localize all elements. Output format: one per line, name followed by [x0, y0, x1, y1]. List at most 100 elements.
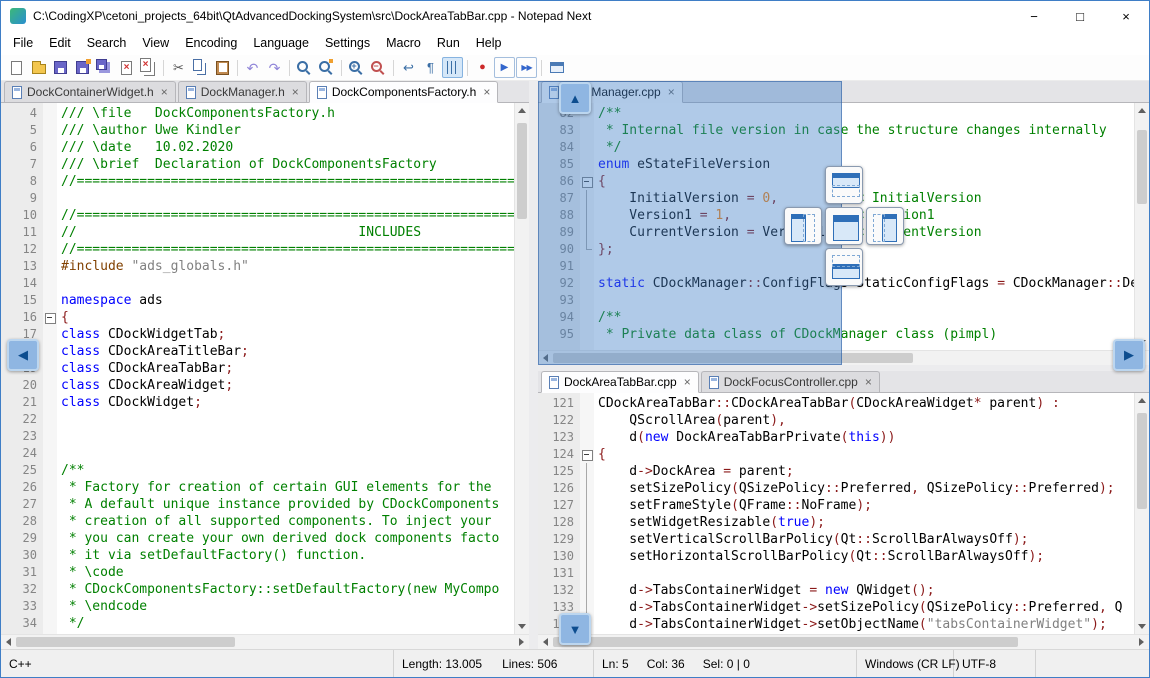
scroll-down-arrow[interactable]: [515, 619, 529, 634]
left-arrow-icon: [6, 638, 11, 646]
code-line: /// \brief Declaration of DockComponents…: [61, 156, 514, 173]
play-macro-button[interactable]: ▶: [494, 57, 515, 78]
zoom-in-button[interactable]: +: [346, 57, 367, 78]
new-file-button[interactable]: [6, 57, 27, 78]
line-number: 21: [1, 394, 37, 411]
status-lines-label: Lines: 506: [502, 657, 557, 671]
scroll-right-arrow[interactable]: [514, 635, 529, 649]
zoom-out-button[interactable]: −: [368, 57, 389, 78]
paste-button[interactable]: [212, 57, 233, 78]
menu-macro[interactable]: Macro: [378, 33, 429, 53]
code-view[interactable]: /// \file DockComponentsFactory.h/// \au…: [57, 103, 514, 634]
redo-button[interactable]: ↷: [264, 57, 285, 78]
save-all-button[interactable]: [94, 57, 115, 78]
fold-marker[interactable]: [43, 309, 57, 326]
fold-marker[interactable]: [580, 446, 594, 463]
scroll-down-arrow[interactable]: [1135, 335, 1149, 350]
scroll-right-arrow[interactable]: [1134, 635, 1149, 649]
tab-dockmanager-h[interactable]: DockManager.h×: [178, 81, 307, 102]
save-copy-button[interactable]: [72, 57, 93, 78]
vertical-scrollbar[interactable]: [1134, 393, 1149, 634]
scrollbar-thumb[interactable]: [1137, 130, 1147, 204]
fold-cell: [580, 565, 594, 582]
code-line: * Private data class of CDockManager cla…: [598, 326, 1134, 343]
run-macro-multiple-button[interactable]: ▶▶: [516, 57, 537, 78]
status-eol-format[interactable]: Windows (CR LF): [857, 650, 954, 677]
status-encoding[interactable]: UTF-8: [954, 650, 1036, 677]
splitter-vertical[interactable]: [529, 81, 538, 649]
status-document-info[interactable]: Length: 13.005 Lines: 506: [394, 650, 594, 677]
scrollbar-thumb[interactable]: [16, 637, 235, 647]
vertical-scrollbar[interactable]: [1134, 103, 1149, 350]
menu-search[interactable]: Search: [79, 33, 135, 53]
horizontal-scrollbar[interactable]: [538, 634, 1149, 649]
undo-button[interactable]: ↶: [242, 57, 263, 78]
tab-dockfocuscontroller-cpp[interactable]: DockFocusController.cpp×: [701, 371, 880, 392]
status-encoding-label: UTF-8: [962, 657, 996, 671]
tab-close-button[interactable]: ×: [684, 375, 691, 389]
toolbar-separator: [237, 60, 238, 76]
close-button[interactable]: ×: [1103, 1, 1149, 31]
minimize-button[interactable]: −: [1011, 1, 1057, 31]
scrollbar-thumb[interactable]: [553, 353, 913, 363]
scroll-up-arrow[interactable]: [515, 103, 529, 118]
code-view[interactable]: CDockAreaTabBar::CDockAreaTabBar(CDockAr…: [594, 393, 1134, 634]
copy-icon: [193, 59, 202, 71]
horizontal-scrollbar[interactable]: [1, 634, 529, 649]
scroll-right-arrow[interactable]: [1134, 351, 1149, 365]
code-line: setSizePolicy(QSizePolicy::Preferred, QS…: [598, 480, 1134, 497]
scroll-down-arrow[interactable]: [1135, 619, 1149, 634]
scroll-up-arrow[interactable]: [1135, 393, 1149, 408]
menu-edit[interactable]: Edit: [41, 33, 79, 53]
maximize-button[interactable]: □: [1057, 1, 1103, 31]
find-button[interactable]: [294, 57, 315, 78]
move-to-other-view-button[interactable]: [546, 57, 567, 78]
copy-button[interactable]: [190, 57, 211, 78]
replace-button[interactable]: [316, 57, 337, 78]
run-macro-multiple-icon: ▶▶: [521, 64, 531, 72]
open-file-button[interactable]: [28, 57, 49, 78]
scroll-up-arrow[interactable]: [1135, 103, 1149, 118]
fold-cell: [43, 275, 57, 292]
cut-button[interactable]: ✂: [168, 57, 189, 78]
tab-close-button[interactable]: ×: [865, 375, 872, 389]
scroll-left-arrow[interactable]: [1, 635, 16, 649]
close-all-button[interactable]: ×: [138, 57, 159, 78]
horizontal-scrollbar[interactable]: [538, 350, 1149, 365]
scrollbar-thumb[interactable]: [553, 637, 1018, 647]
scroll-left-arrow[interactable]: [538, 351, 553, 365]
menu-file[interactable]: File: [5, 33, 41, 53]
fold-marker[interactable]: [580, 173, 594, 190]
menu-view[interactable]: View: [134, 33, 177, 53]
code-line: #include "ads_globals.h": [61, 258, 514, 275]
code-line: setHorizontalScrollBarPolicy(Qt::ScrollB…: [598, 548, 1134, 565]
save-button[interactable]: [50, 57, 71, 78]
tab-dockmanager-cpp[interactable]: DockManager.cpp×: [541, 81, 683, 103]
line-number-gutter: 8283848586878889909192939495: [538, 103, 580, 350]
show-all-characters-button[interactable]: ¶: [420, 57, 441, 78]
scrollbar-thumb[interactable]: [517, 123, 527, 219]
scroll-left-arrow[interactable]: [538, 635, 553, 649]
status-cursor-position[interactable]: Ln: 5 Col: 36 Sel: 0 | 0: [594, 650, 857, 677]
menu-settings[interactable]: Settings: [317, 33, 378, 53]
menu-language[interactable]: Language: [245, 33, 317, 53]
indent-guide-button[interactable]: [442, 57, 463, 78]
tab-close-button[interactable]: ×: [161, 85, 168, 99]
word-wrap-button[interactable]: ↩: [398, 57, 419, 78]
tab-dockareatabbar-cpp[interactable]: DockAreaTabBar.cpp×: [541, 371, 699, 393]
tab-dockcomponentsfactory-h[interactable]: DockComponentsFactory.h×: [309, 81, 499, 103]
menu-help[interactable]: Help: [468, 33, 510, 53]
close-file-button[interactable]: ×: [116, 57, 137, 78]
scrollbar-thumb[interactable]: [1137, 413, 1147, 509]
tab-close-button[interactable]: ×: [483, 85, 490, 99]
code-view[interactable]: /** * Internal file version in case the …: [594, 103, 1134, 350]
menu-run[interactable]: Run: [429, 33, 468, 53]
line-number: 16: [1, 309, 37, 326]
menu-encoding[interactable]: Encoding: [177, 33, 245, 53]
tab-dockcontainerwidget-h[interactable]: DockContainerWidget.h×: [4, 81, 176, 102]
tab-close-button[interactable]: ×: [292, 85, 299, 99]
status-language[interactable]: C++: [1, 650, 394, 677]
vertical-scrollbar[interactable]: [514, 103, 529, 634]
record-macro-button[interactable]: ●: [472, 57, 493, 78]
tab-close-button[interactable]: ×: [668, 85, 675, 99]
